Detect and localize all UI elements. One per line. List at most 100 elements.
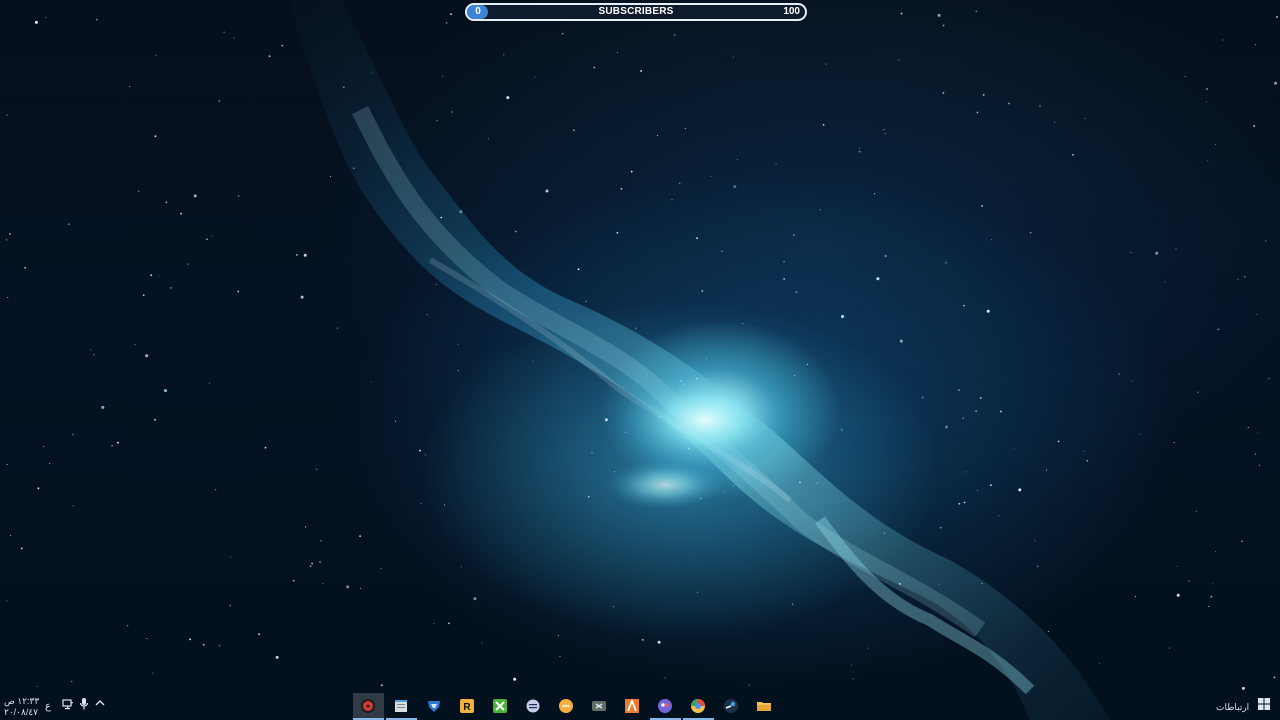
- star: [1254, 453, 1256, 455]
- star: [1047, 630, 1049, 632]
- clock-time[interactable]: ١٢:٣٣ ص: [4, 696, 39, 706]
- star: [264, 446, 267, 449]
- star: [898, 59, 900, 61]
- star: [370, 381, 372, 383]
- star: [420, 503, 422, 505]
- star: [45, 16, 47, 19]
- star: [1135, 596, 1137, 598]
- star: [296, 254, 298, 256]
- star: [721, 250, 723, 253]
- star: [218, 644, 221, 647]
- star: [635, 327, 637, 329]
- star: [545, 189, 549, 193]
- star: [460, 566, 463, 568]
- star: [165, 201, 168, 204]
- star: [117, 441, 119, 444]
- clock-date[interactable]: ٢٠/٠٨/٤٧: [4, 707, 38, 717]
- star: [459, 210, 463, 214]
- star: [514, 230, 517, 233]
- star: [748, 684, 750, 686]
- star: [150, 274, 153, 277]
- taskbar-app-button[interactable]: [617, 693, 648, 720]
- xbox-console-icon: [592, 701, 606, 711]
- svg-text:R: R: [463, 702, 471, 713]
- star: [20, 547, 23, 550]
- star: [876, 277, 880, 281]
- star: [352, 167, 355, 170]
- star: [258, 633, 260, 636]
- star: [170, 287, 172, 289]
- star: [630, 170, 633, 173]
- star: [1018, 488, 1022, 492]
- network-icon[interactable]: [62, 698, 74, 714]
- subscriber-label: SUBSCRIBERS: [598, 6, 674, 17]
- star: [1247, 427, 1249, 429]
- star: [793, 234, 795, 237]
- star: [825, 63, 827, 65]
- star: [1083, 450, 1085, 452]
- star: [986, 309, 990, 313]
- star: [1155, 251, 1159, 255]
- star: [532, 360, 534, 362]
- star: [146, 637, 148, 640]
- star: [211, 235, 213, 237]
- star: [319, 561, 321, 563]
- star: [990, 239, 992, 241]
- star: [990, 484, 992, 486]
- taskbar-app-button[interactable]: [485, 693, 516, 720]
- star: [6, 239, 8, 241]
- star: [937, 13, 941, 17]
- star: [559, 656, 561, 658]
- star: [976, 111, 979, 114]
- star: [858, 147, 860, 149]
- star: [380, 568, 382, 570]
- star: [616, 51, 619, 53]
- star: [604, 418, 608, 422]
- rocket-league-icon: [428, 701, 440, 712]
- star: [976, 489, 979, 492]
- star: [436, 119, 439, 122]
- notifications-label[interactable]: ارتباطات: [1216, 702, 1249, 712]
- star: [180, 212, 183, 215]
- taskbar-app-button[interactable]: [650, 693, 681, 720]
- star: [1188, 580, 1191, 582]
- star: [457, 370, 459, 372]
- star: [90, 349, 92, 351]
- star: [1257, 432, 1259, 434]
- star: [900, 12, 903, 15]
- star: [1195, 510, 1197, 512]
- star: [6, 600, 8, 602]
- taskbar-app-button[interactable]: [716, 693, 747, 720]
- star: [440, 216, 443, 219]
- language-indicator[interactable]: ع: [45, 702, 51, 712]
- taskbar-app-button[interactable]: [419, 693, 450, 720]
- taskbar-app-button[interactable]: [386, 693, 417, 720]
- star: [591, 452, 593, 454]
- taskbar-app-button[interactable]: [551, 693, 582, 720]
- taskbar-app-button[interactable]: [683, 693, 714, 720]
- star: [93, 354, 95, 356]
- star: [1118, 373, 1120, 375]
- star: [640, 70, 642, 72]
- star: [710, 175, 712, 178]
- star: [6, 463, 8, 466]
- taskbar-app-button[interactable]: [584, 693, 615, 720]
- taskbar-app-button[interactable]: R: [452, 693, 483, 720]
- star: [1212, 583, 1214, 585]
- star: [193, 194, 197, 198]
- taskbar-app-button[interactable]: [518, 693, 549, 720]
- star: [218, 100, 221, 102]
- star: [7, 296, 9, 299]
- star: [775, 163, 777, 165]
- taskbar-app-button[interactable]: [353, 693, 384, 720]
- star: [230, 556, 232, 558]
- star: [979, 397, 982, 399]
- windows-logo-icon[interactable]: [1258, 698, 1270, 714]
- microphone-icon[interactable]: [79, 697, 89, 715]
- star: [1054, 121, 1056, 123]
- chevron-up-icon[interactable]: [95, 696, 105, 712]
- taskbar-app-button[interactable]: [749, 693, 780, 720]
- star: [320, 539, 322, 542]
- star: [152, 672, 154, 674]
- star: [858, 150, 861, 153]
